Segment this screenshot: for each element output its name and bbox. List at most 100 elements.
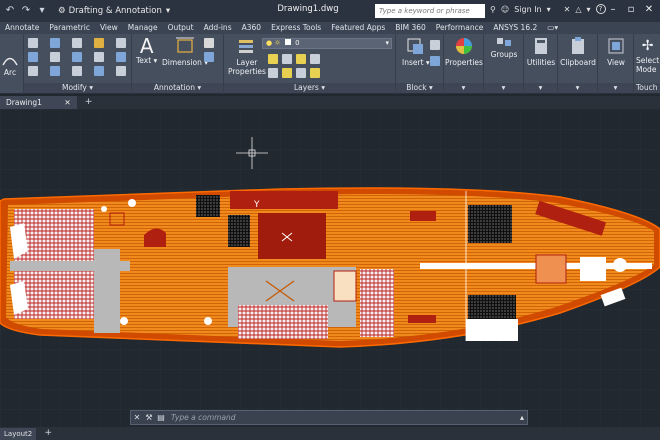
stretch-icon[interactable] [28,66,38,76]
ribbon-tab-add-ins[interactable]: Add-ins [199,22,237,34]
array-icon[interactable] [72,66,82,76]
insert-tool[interactable]: Insert ▾ [402,36,430,67]
layer-isolate-icon[interactable] [282,54,292,64]
layer-freeze-icon[interactable] [296,54,306,64]
view-dropdown[interactable]: ▾ [598,83,633,93]
wrench-icon[interactable]: ⚒ [143,411,155,424]
block-panel-label[interactable]: Block ▾ [396,83,443,93]
ribbon-tab-bim-360[interactable]: BIM 360 [390,22,431,34]
chevron-down-icon: ▾ [385,39,389,47]
leader-icon[interactable] [204,38,214,48]
close-icon[interactable]: ✕ [642,2,656,18]
maximize-icon[interactable]: ▫ [624,2,638,18]
utilities-panel: Utilities ▾ [524,34,558,94]
arc-tool[interactable]: Arc [1,54,19,77]
search-input[interactable]: Type a keyword or phrase [375,4,485,18]
file-tab-drawing1[interactable]: Drawing1 ✕ [0,96,77,109]
command-history-icon[interactable]: ▤ [155,411,167,424]
layer-merge-icon[interactable] [310,68,320,78]
fillet-icon[interactable] [72,52,82,62]
dimension-tool[interactable]: Dimension ▾ [162,36,208,67]
close-icon[interactable]: ✕ [64,98,70,107]
create-block-icon[interactable] [430,40,440,50]
annotation-panel-label[interactable]: Annotation ▾ [132,83,223,93]
explode-icon[interactable] [94,52,104,62]
trim-icon[interactable] [94,38,104,48]
close-icon[interactable]: ✕ [131,411,143,424]
properties-dropdown[interactable]: ▾ [444,83,483,93]
cabin-bed-3 [238,305,328,339]
dropdown-icon[interactable]: ▾ [36,5,48,17]
ribbon-tab-parametric[interactable]: Parametric [44,22,95,34]
layer-walk-icon[interactable] [296,68,306,78]
ribbon-tab-performance[interactable]: Performance [431,22,489,34]
layer-previous-icon[interactable] [282,68,292,78]
ribbon-tab-output[interactable]: Output [163,22,199,34]
sign-in-link[interactable]: Sign In [514,5,541,14]
locker [410,211,436,221]
layer-properties-tool[interactable]: Layer Properties [228,36,266,76]
utilities-dropdown[interactable]: ▾ [524,83,557,93]
user-icon[interactable]: ☺ [501,5,509,14]
ribbon-tab-featured-apps[interactable]: Featured Apps [326,22,390,34]
groups-tool[interactable]: Groups [484,36,524,59]
view-tool[interactable]: View [598,36,634,67]
edit-block-icon[interactable] [430,56,440,66]
layer-match-icon[interactable] [268,68,278,78]
layer-dropdown[interactable]: ● ☼ 0 ▾ [262,38,392,49]
command-line[interactable]: ✕ ⚒ ▤ Type a command ▴ [130,410,528,425]
text-tool[interactable]: A Text ▾ [136,36,157,65]
ribbon-tab-a360[interactable]: A360 [237,22,266,34]
exchange-icon[interactable]: ✕ [564,5,571,14]
ribbon-tab-express-tools[interactable]: Express Tools [266,22,326,34]
clipboard-tool[interactable]: Clipboard [558,36,598,67]
a360-icon[interactable]: △ [575,5,581,14]
copy-icon[interactable] [28,52,38,62]
offset-icon[interactable] [116,52,126,62]
sun-icon: ☼ [274,39,281,47]
layer-lock-icon[interactable] [310,54,320,64]
layer-on-icon[interactable] [268,54,278,64]
clipboard-dropdown[interactable]: ▾ [558,83,597,93]
mirror-icon[interactable] [50,52,60,62]
modify-panel-label[interactable]: Modify ▾ [24,83,131,93]
chevron-down-icon[interactable]: ▾ [587,5,591,14]
move-icon[interactable] [50,38,60,48]
line-tool-icon[interactable] [28,38,38,48]
join-icon[interactable] [94,66,104,76]
utilities-tool[interactable]: Utilities [524,36,558,67]
ribbon-tab-ansys-16-2[interactable]: ANSYS 16.2 [488,22,542,34]
axis-marker-y: Y [253,200,260,210]
properties-panel: Properties ▾ [444,34,484,94]
new-layout-button[interactable]: + [42,428,54,439]
dimension-icon [176,37,195,53]
groups-panel: Groups ▾ [484,34,524,94]
layout-tab-layout2[interactable]: Layout2 [0,427,37,440]
properties-tool[interactable]: Properties [444,36,484,67]
chevron-down-icon[interactable]: ▾ [547,5,551,14]
table-icon[interactable] [204,52,214,62]
color-wheel-icon [456,38,472,54]
new-tab-button[interactable]: + [83,97,95,108]
break-icon[interactable] [116,66,126,76]
ribbon-tab-view[interactable]: View [95,22,123,34]
workspace-selector[interactable]: ⚙ Drafting & Annotation ▾ [54,3,174,19]
rotate-icon[interactable] [72,38,82,48]
minimize-icon[interactable]: – [606,2,620,18]
ribbon-tab-annotate[interactable]: Annotate [0,22,44,34]
chevron-up-icon[interactable]: ▴ [520,413,524,422]
help-icon[interactable]: ? [595,4,606,14]
ribbon-options-icon[interactable]: ▭▾ [542,22,563,34]
undo-icon[interactable]: ↶ [4,5,16,17]
redo-icon[interactable]: ↷ [20,5,32,17]
select-mode-tool[interactable]: ✢ Select Mode [636,36,659,74]
scale-icon[interactable] [50,66,60,76]
groups-dropdown[interactable]: ▾ [484,83,523,93]
drawing-canvas[interactable]: Y [0,109,660,427]
binoculars-icon[interactable]: ⚲ [490,5,496,14]
ribbon-tab-manage[interactable]: Manage [123,22,163,34]
group-icon [497,38,511,46]
layers-panel-label[interactable]: Layers ▾ [224,83,395,93]
command-input[interactable]: Type a command [171,413,236,422]
erase-icon[interactable] [116,38,126,48]
